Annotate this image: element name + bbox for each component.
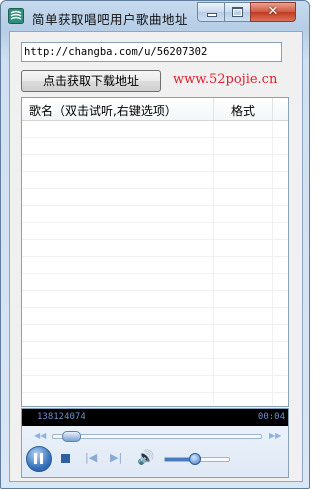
client-area: 点击获取下载地址 www.52pojie.cn 歌名（双击试听,右键选项） 格式…	[9, 31, 303, 482]
fast-forward-icon[interactable]: ▶▶	[269, 431, 281, 440]
previous-track-icon[interactable]: |◀	[85, 451, 97, 464]
pause-icon	[34, 453, 37, 464]
column-header-format[interactable]: 格式	[231, 102, 255, 119]
site-link[interactable]: www.52pojie.cn	[173, 72, 277, 87]
seek-thumb[interactable]	[61, 431, 81, 442]
maximize-button[interactable]	[224, 2, 251, 22]
column-divider[interactable]	[272, 98, 273, 120]
grid-line	[272, 121, 273, 406]
list-header: 歌名（双击试听,右键选项） 格式	[22, 98, 288, 121]
song-list[interactable]: 歌名（双击试听,右键选项） 格式	[21, 97, 289, 407]
grid-line	[213, 121, 214, 406]
app-window: 简单获取唱吧用户歌曲地址 ✕ 点击获取下载地址 www.52pojie.cn 歌…	[0, 0, 310, 489]
window-title: 简单获取唱吧用户歌曲地址	[32, 12, 189, 27]
media-player: 138124074 00:04 ◀◀ ▶▶ |◀ ▶| 🔊	[21, 408, 289, 478]
player-controls: |◀ ▶| 🔊	[22, 445, 288, 475]
volume-thumb[interactable]	[188, 453, 201, 465]
minimize-button[interactable]	[197, 2, 225, 22]
player-status-text: 138124074	[37, 412, 86, 422]
rewind-icon[interactable]: ◀◀	[34, 431, 46, 440]
close-icon: ✕	[267, 4, 279, 19]
minimize-icon	[207, 13, 217, 17]
seek-row: ◀◀ ▶▶	[22, 429, 288, 443]
column-header-song-name[interactable]: 歌名（双击试听,右键选项）	[29, 102, 177, 119]
app-icon	[8, 8, 24, 24]
column-divider[interactable]	[213, 98, 214, 120]
player-time: 00:04	[257, 412, 285, 422]
speaker-icon[interactable]: 🔊	[137, 451, 154, 465]
url-input[interactable]	[21, 42, 282, 62]
pause-button[interactable]	[26, 446, 52, 472]
seek-bar[interactable]	[52, 434, 262, 439]
list-body[interactable]	[22, 121, 288, 406]
get-download-address-button[interactable]: 点击获取下载地址	[21, 70, 161, 92]
close-button[interactable]: ✕	[250, 2, 296, 22]
player-status-bar: 138124074 00:04	[22, 409, 288, 426]
title-bar[interactable]: 简单获取唱吧用户歌曲地址 ✕	[1, 1, 309, 31]
maximize-icon	[232, 7, 243, 17]
stop-icon[interactable]	[61, 454, 70, 463]
next-track-icon[interactable]: ▶|	[110, 451, 122, 464]
